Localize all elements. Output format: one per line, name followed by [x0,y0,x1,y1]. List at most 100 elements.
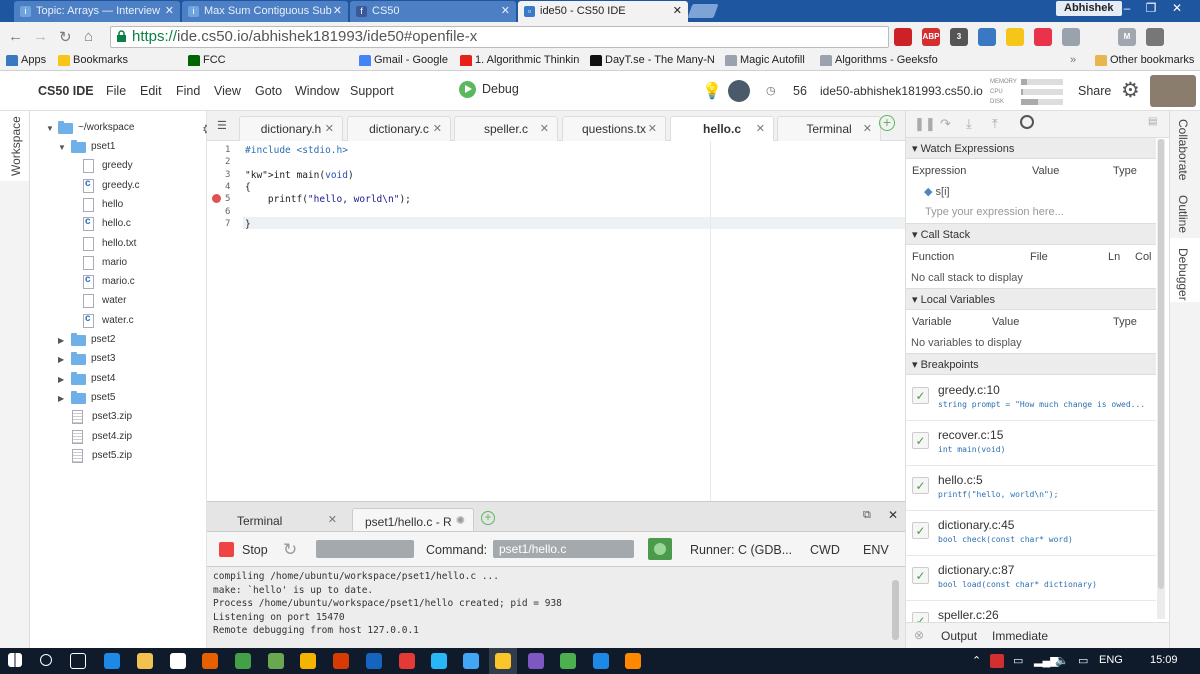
adblock-icon[interactable]: ABP [922,28,940,46]
close-icon[interactable]: ✕ [501,4,510,17]
pocket-icon[interactable] [1034,28,1052,46]
file-explorer-icon[interactable] [137,653,153,669]
avatar[interactable] [728,80,750,102]
minimize-icon[interactable]: – [1114,0,1140,18]
run-name-field[interactable] [316,540,414,558]
clear-icon[interactable]: ⊗ [914,628,924,642]
close-icon[interactable]: ✕ [333,4,342,17]
new-tab-button[interactable] [687,4,719,18]
dev-icon[interactable] [528,653,544,669]
tray-app-icon[interactable] [990,654,1004,668]
more-bookmarks-chevron[interactable]: » [1070,54,1076,66]
step-out-icon[interactable]: ⤒ [992,116,998,132]
app-green-icon[interactable] [235,653,251,669]
paint-icon[interactable] [399,653,415,669]
firefox-icon[interactable] [202,653,218,669]
bookmark-item[interactable]: Magic Autofill [725,54,805,66]
tab-output[interactable]: Output [941,629,977,643]
menu-window[interactable]: Window [295,84,339,98]
browser-tab[interactable]: i Max Sum Contiguous Sub ✕ [182,1,348,22]
close-window-icon[interactable]: ✕ [1164,0,1190,18]
close-icon[interactable]: ✕ [433,122,442,135]
close-icon[interactable]: ✕ [165,4,174,17]
editor-tab[interactable]: dictionary.c ✕ [347,116,451,141]
breakpoint-checkbox[interactable]: ✓ [912,567,929,584]
breakpoint-checkbox[interactable]: ✓ [912,432,929,449]
home-icon[interactable]: ⌂ [84,28,93,45]
local-variables-header[interactable]: ▾ Local Variables [906,288,1156,310]
search-icon[interactable] [40,654,52,666]
breakpoint-checkbox[interactable]: ✓ [912,477,929,494]
terminal-output[interactable]: compiling /home/ubuntu/workspace/pset1/h… [207,567,905,649]
windows-start-icon[interactable] [8,653,22,667]
close-icon[interactable]: ✕ [325,122,334,135]
pinterest-icon[interactable] [894,28,912,46]
settings-app-icon[interactable] [593,653,609,669]
editor-tab[interactable]: questions.tx ✕ [562,116,666,141]
close-icon[interactable]: ✕ [673,4,682,17]
extension-badge-icon[interactable]: 3 [950,28,968,46]
other-bookmarks-folder[interactable]: Other bookmarks [1095,54,1194,66]
watch-expression-input[interactable]: Type your expression here... [925,206,1064,218]
close-icon[interactable]: ✕ [756,122,765,135]
call-stack-header[interactable]: ▾ Call Stack [906,223,1156,245]
menu-goto[interactable]: Goto [255,84,282,98]
battery-icon[interactable]: ▭ [1013,654,1023,667]
tab-run-process[interactable]: pset1/hello.c - R ✺ [352,508,474,531]
star-icon[interactable] [1006,28,1024,46]
outline-tab[interactable]: Outline [1176,195,1190,233]
bookmark-item[interactable]: FCC [188,54,226,66]
restore-icon[interactable]: ❐ [1138,0,1164,18]
close-icon[interactable]: ✕ [328,513,337,526]
watch-expressions-header[interactable]: ▾ Watch Expressions [906,137,1156,159]
action-center-icon[interactable]: ▭ [1078,654,1088,667]
debug-button[interactable]: Debug [459,81,519,98]
workspace-tab[interactable]: Workspace [0,111,29,181]
forward-icon[interactable]: → [33,28,48,45]
breakpoint-marker[interactable] [212,194,221,203]
close-icon[interactable]: ✕ [648,122,657,135]
store-icon[interactable] [170,653,186,669]
editor-tab[interactable]: hello.c ✕ [670,116,774,142]
terminal-scrollbar[interactable] [892,580,899,640]
menu-support[interactable]: Support [350,84,394,98]
restart-icon[interactable]: ↻ [283,540,297,560]
menu-find[interactable]: Find [176,84,200,98]
people-icon[interactable] [463,653,479,669]
settings-gear-icon[interactable]: ⚙ [1121,78,1140,103]
lightbulb-icon[interactable]: 💡 [702,81,722,101]
avatar-cat-image[interactable] [1150,75,1196,107]
notes-icon[interactable] [300,653,316,669]
editor-tab[interactable]: dictionary.h ✕ [239,116,343,141]
language-indicator[interactable]: ENG [1099,654,1123,666]
step-over-icon[interactable]: ↷ [940,116,951,132]
chevron-right-icon[interactable]: ▶ [58,375,64,384]
share-button[interactable]: Share [1078,84,1111,98]
news-icon[interactable] [366,653,382,669]
edge-icon[interactable] [104,653,120,669]
breakpoint-checkbox[interactable]: ✓ [912,387,929,404]
pause-icon[interactable]: ❚❚ [914,116,936,132]
bookmark-item[interactable]: DayT.se - The Many-N [590,54,715,66]
vlc-icon[interactable] [625,653,641,669]
menu-edit[interactable]: Edit [140,84,162,98]
tray-chevron-icon[interactable]: ⌃ [972,654,981,667]
chevron-right-icon[interactable]: ▶ [58,394,64,403]
menu-view[interactable]: View [214,84,241,98]
menu-icon[interactable] [1146,28,1164,46]
debugger-settings-icon[interactable]: ▤ [1148,116,1157,127]
breakpoints-header[interactable]: ▾ Breakpoints [906,353,1156,375]
step-into-icon[interactable]: ⤓ [966,116,972,132]
line-gutter[interactable]: 1 234 567 [207,141,243,501]
tab-list-icon[interactable]: ☰ [217,119,227,132]
clock[interactable]: 15:09 [1150,654,1178,666]
breakpoint-item[interactable]: ✓ dictionary.c:87 bool load(const char* di… [906,556,1156,601]
debugger-scrollbar[interactable] [1157,139,1165,619]
watch-item[interactable]: ◆ s[i] [924,185,950,198]
stop-icon[interactable] [219,542,234,557]
close-panel-icon[interactable]: ✕ [888,508,898,522]
chevron-down-icon[interactable]: ▼ [58,143,66,152]
bookmark-item[interactable]: 1. Algorithmic Thinkin [460,54,579,66]
menu-file[interactable]: File [106,84,126,98]
tab-immediate[interactable]: Immediate [992,629,1048,643]
